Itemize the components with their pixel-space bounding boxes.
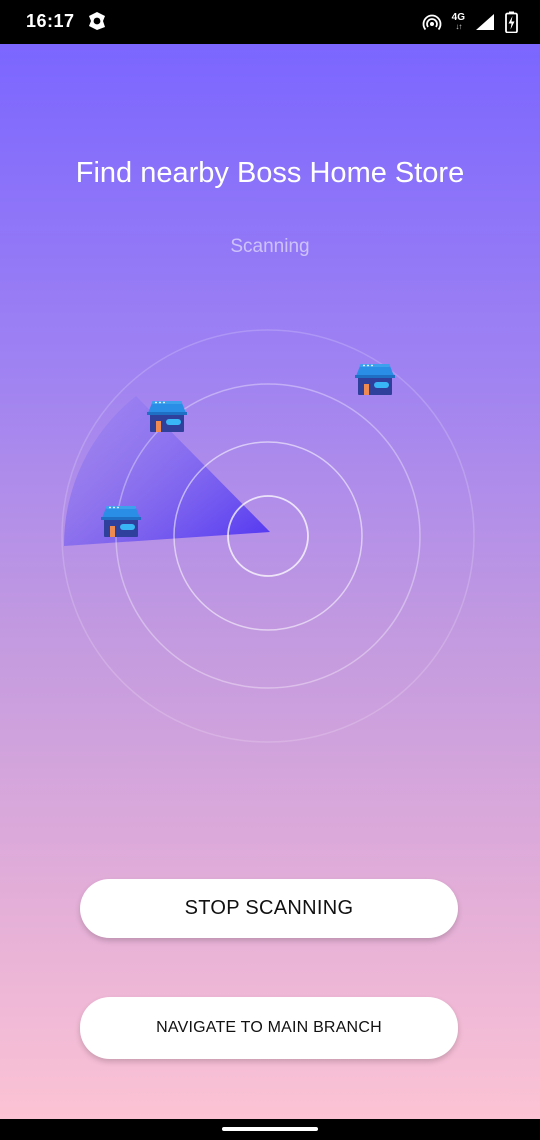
signal-icon [476, 14, 494, 30]
battery-charging-icon [505, 11, 518, 33]
data-arrows-icon: ↓↑ [455, 22, 462, 31]
store-icon[interactable] [101, 506, 141, 537]
scan-status: Scanning [230, 236, 310, 257]
navigation-bar [0, 1119, 540, 1140]
network-type: 4G [451, 12, 465, 23]
radar-ring-inner [227, 495, 309, 577]
status-time: 16:17 [26, 11, 75, 31]
home-gesture-handle[interactable] [222, 1127, 318, 1131]
store-icon[interactable] [147, 401, 187, 432]
scanner-screen: Find nearby Boss Home Store Scanning STO… [0, 44, 540, 1119]
app-notification-icon [89, 12, 105, 30]
hotspot-icon [422, 14, 441, 31]
status-bar: 16:17 4G ↓↑ [0, 0, 540, 44]
radar-view [61, 329, 475, 743]
store-icon[interactable] [355, 364, 395, 395]
navigate-main-branch-button[interactable]: NAVIGATE TO MAIN BRANCH [80, 997, 458, 1059]
network-indicator: 4G ↓↑ [451, 12, 465, 32]
page-title: Find nearby Boss Home Store [75, 157, 465, 189]
stop-scanning-button[interactable]: STOP SCANNING [80, 879, 458, 938]
